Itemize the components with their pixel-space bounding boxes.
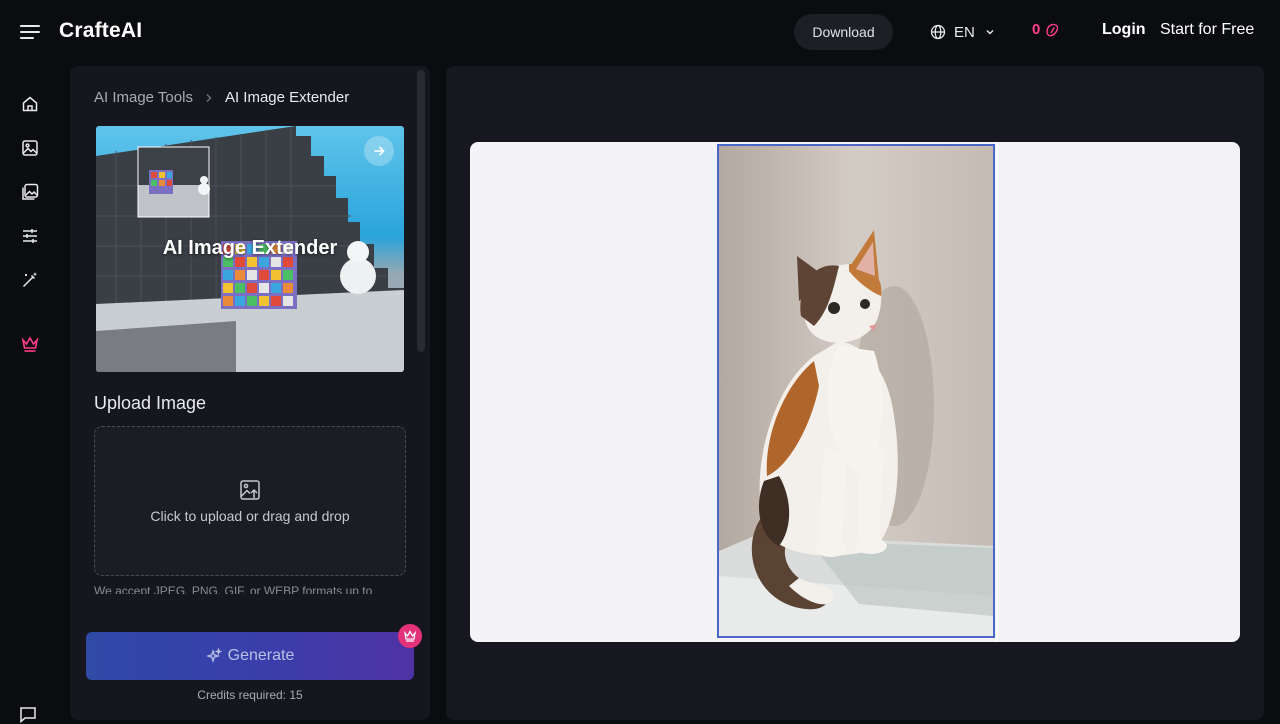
magic-wand-icon[interactable]	[20, 270, 40, 290]
credits-required: Credits required: 15	[197, 688, 303, 702]
sparkles-icon	[205, 648, 222, 664]
upload-dropzone[interactable]: Click to upload or drag and drop	[94, 426, 406, 576]
accepted-formats-note: We accept JPEG, PNG, GIF, or WEBP format…	[94, 584, 373, 594]
chevron-down-icon	[986, 30, 994, 35]
top-bar: CrafteAI Download EN 0 Login Start for F…	[0, 0, 1280, 64]
gallery-icon[interactable]	[20, 182, 40, 202]
sliders-icon[interactable]	[20, 226, 40, 246]
arrow-right-icon[interactable]	[364, 136, 394, 166]
panel-scrollbar[interactable]	[417, 70, 425, 352]
download-button[interactable]: Download	[794, 14, 893, 50]
credits-indicator[interactable]: 0	[1032, 21, 1060, 38]
generate-label: Generate	[227, 647, 295, 664]
menu-icon[interactable]	[20, 22, 42, 42]
login-link[interactable]: Login	[1102, 21, 1146, 39]
brand-logo[interactable]: CrafteAI	[59, 19, 142, 43]
generate-button[interactable]: Generate	[86, 632, 414, 680]
credits-count: 0	[1032, 21, 1041, 38]
language-selector[interactable]: EN	[930, 21, 995, 43]
breadcrumb-ai-image-tools[interactable]: AI Image Tools	[94, 89, 193, 106]
home-icon[interactable]	[20, 94, 40, 114]
chat-icon[interactable]	[18, 704, 38, 724]
breadcrumb-current: AI Image Extender	[224, 89, 350, 106]
tool-preview-card[interactable]: AI Image Extender	[96, 126, 404, 372]
preview-title: AI Image Extender	[162, 237, 338, 259]
cat-photo	[719, 146, 993, 636]
bean-icon	[1046, 23, 1059, 36]
image-upload-icon	[240, 480, 260, 500]
start-for-free-link[interactable]: Start for Free	[1160, 21, 1254, 39]
upload-hint: Click to upload or drag and drop	[150, 508, 350, 524]
uploaded-photo[interactable]	[717, 144, 995, 638]
upload-section-title: Upload Image	[94, 393, 207, 413]
extend-guide-line	[996, 142, 998, 642]
chevron-right-icon	[206, 93, 212, 102]
premium-crown-icon	[398, 624, 422, 648]
crown-icon[interactable]	[20, 334, 40, 354]
image-icon[interactable]	[20, 138, 40, 158]
side-nav	[0, 64, 60, 724]
globe-icon	[930, 24, 946, 40]
language-label: EN	[954, 23, 975, 41]
breadcrumb: AI Image Tools AI Image Extender	[94, 89, 349, 106]
